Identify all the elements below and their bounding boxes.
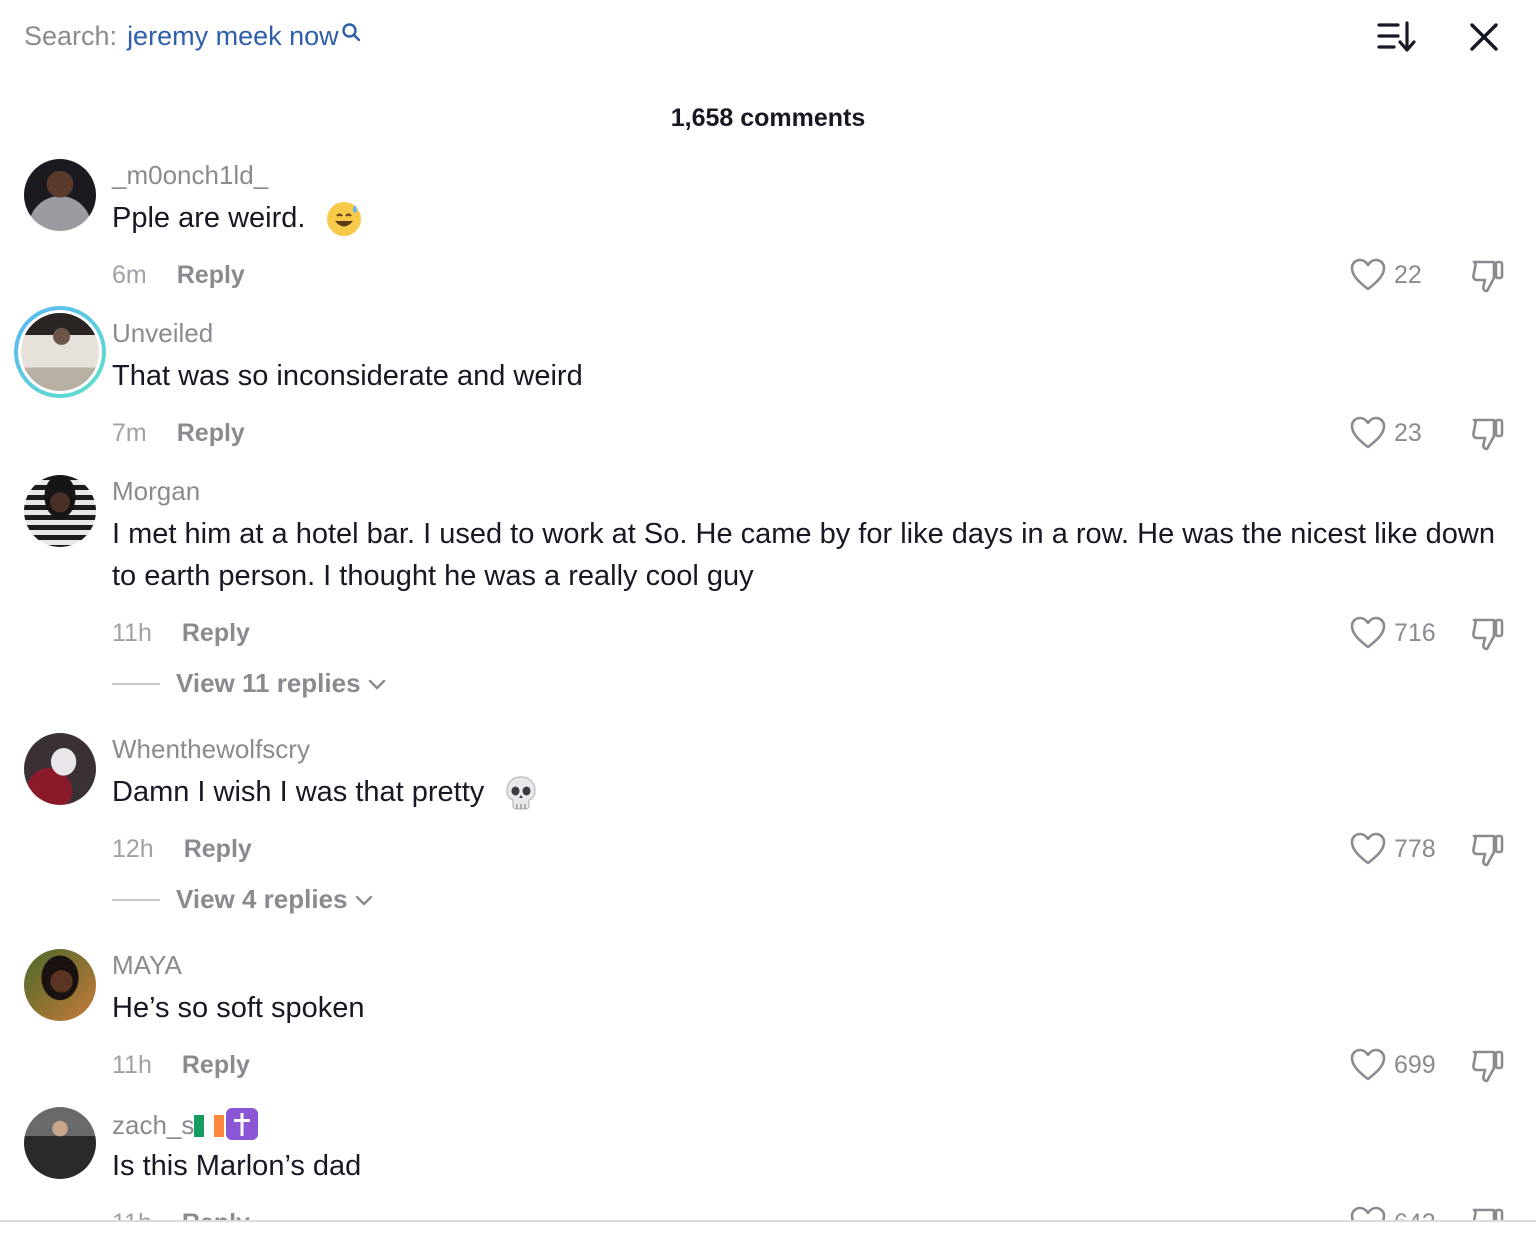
comment-text: Pple are weird. — [112, 197, 1502, 239]
heart-icon — [1350, 258, 1386, 291]
reply-button[interactable]: Reply — [184, 835, 252, 863]
chevron-down-icon — [368, 679, 385, 689]
comment-body: That was so inconsiderate and weird — [112, 360, 583, 392]
comment-body: Damn I wish I was that pretty — [112, 776, 485, 808]
timestamp: 11h — [112, 619, 152, 647]
like-button[interactable]: 22 — [1350, 258, 1422, 292]
comment-text: I met him at a hotel bar. I used to work… — [112, 513, 1502, 597]
dislike-icon[interactable] — [1470, 832, 1506, 868]
heart-icon — [1350, 416, 1386, 449]
ireland-flag-icon — [194, 1115, 225, 1137]
heart-icon — [1350, 832, 1386, 865]
comment-count: 1,658 comments — [670, 104, 866, 132]
username[interactable]: Whenthewolfscry — [112, 734, 310, 765]
search-icon — [341, 23, 360, 42]
view-replies-button[interactable]: View 4 replies — [112, 884, 374, 915]
comment-body: I met him at a hotel bar. I used to work… — [112, 518, 1495, 592]
sort-icon[interactable] — [1376, 18, 1416, 56]
username[interactable]: Unveiled — [112, 318, 213, 349]
avatar[interactable] — [24, 159, 96, 231]
view-replies-label: View 11 replies — [176, 668, 361, 698]
comment-text: That was so inconsiderate and weird — [112, 355, 1502, 397]
dislike-icon[interactable] — [1470, 258, 1506, 294]
comment-body: He’s so soft spoken — [112, 992, 365, 1024]
dislike-icon[interactable] — [1470, 1048, 1506, 1084]
timestamp: 6m — [112, 261, 147, 289]
username[interactable]: Morgan — [112, 476, 200, 507]
comment-body: Is this Marlon’s dad — [112, 1150, 362, 1182]
like-count: 23 — [1394, 418, 1422, 447]
comment-text: Is this Marlon’s dad — [112, 1145, 1502, 1187]
like-count: 699 — [1394, 1050, 1436, 1079]
like-button[interactable]: 778 — [1350, 832, 1436, 866]
like-button[interactable]: 699 — [1350, 1048, 1436, 1082]
username-text: zach_s — [112, 1110, 195, 1140]
reply-button[interactable]: Reply — [177, 261, 245, 289]
sweat-smile-emoji-icon — [326, 202, 361, 237]
dislike-icon[interactable] — [1470, 616, 1506, 652]
view-replies-label: View 4 replies — [176, 884, 348, 914]
comment-meta: 12h Reply — [112, 835, 252, 864]
bottom-divider — [0, 1220, 1536, 1222]
reply-divider — [112, 898, 160, 901]
timestamp: 11h — [112, 1051, 152, 1079]
avatar[interactable] — [24, 475, 96, 547]
avatar[interactable] — [24, 733, 96, 805]
reply-button[interactable]: Reply — [177, 419, 245, 447]
search-label: Search: — [24, 20, 118, 51]
reply-button[interactable]: Reply — [182, 619, 250, 647]
heart-icon — [1350, 616, 1386, 649]
comment-meta: 11h Reply — [112, 619, 250, 648]
view-replies-button[interactable]: View 11 replies — [112, 668, 387, 699]
skull-emoji-icon — [506, 776, 536, 810]
avatar — [18, 310, 102, 394]
like-count: 778 — [1394, 834, 1436, 863]
comment-body: Pple are weird. — [112, 202, 306, 234]
dislike-icon[interactable] — [1470, 416, 1506, 452]
comment-meta: 7m Reply — [112, 419, 245, 448]
username[interactable]: _m0onch1ld_ — [112, 160, 268, 191]
bottom-mask — [0, 1221, 1536, 1233]
comment-text: Damn I wish I was that pretty — [112, 771, 1502, 813]
search-query-link[interactable]: jeremy meek now — [127, 21, 339, 52]
comment-text: He’s so soft spoken — [112, 987, 1502, 1029]
comment-meta: 11h Reply — [112, 1051, 250, 1080]
reply-divider — [112, 682, 160, 685]
comments-panel: Search: jeremy meek now 1,658 comments _… — [0, 0, 1536, 1233]
timestamp: 7m — [112, 419, 147, 447]
like-button[interactable]: 716 — [1350, 616, 1436, 650]
search-bar[interactable]: Search: jeremy meek now — [24, 16, 361, 56]
comment-meta: 6m Reply — [112, 261, 245, 290]
close-icon[interactable] — [1466, 19, 1502, 55]
latin-cross-icon — [226, 1108, 259, 1140]
chevron-down-icon — [355, 895, 372, 905]
reply-button[interactable]: Reply — [182, 1051, 250, 1079]
username[interactable]: MAYA — [112, 950, 182, 981]
heart-icon — [1350, 1048, 1386, 1081]
username[interactable]: zach_s — [112, 1108, 259, 1141]
avatar[interactable] — [24, 1107, 96, 1179]
avatar[interactable] — [24, 949, 96, 1021]
like-button[interactable]: 23 — [1350, 416, 1422, 450]
like-count: 22 — [1394, 260, 1422, 289]
avatar-story-ring[interactable] — [14, 306, 106, 398]
like-count: 716 — [1394, 618, 1436, 647]
timestamp: 12h — [112, 835, 154, 863]
